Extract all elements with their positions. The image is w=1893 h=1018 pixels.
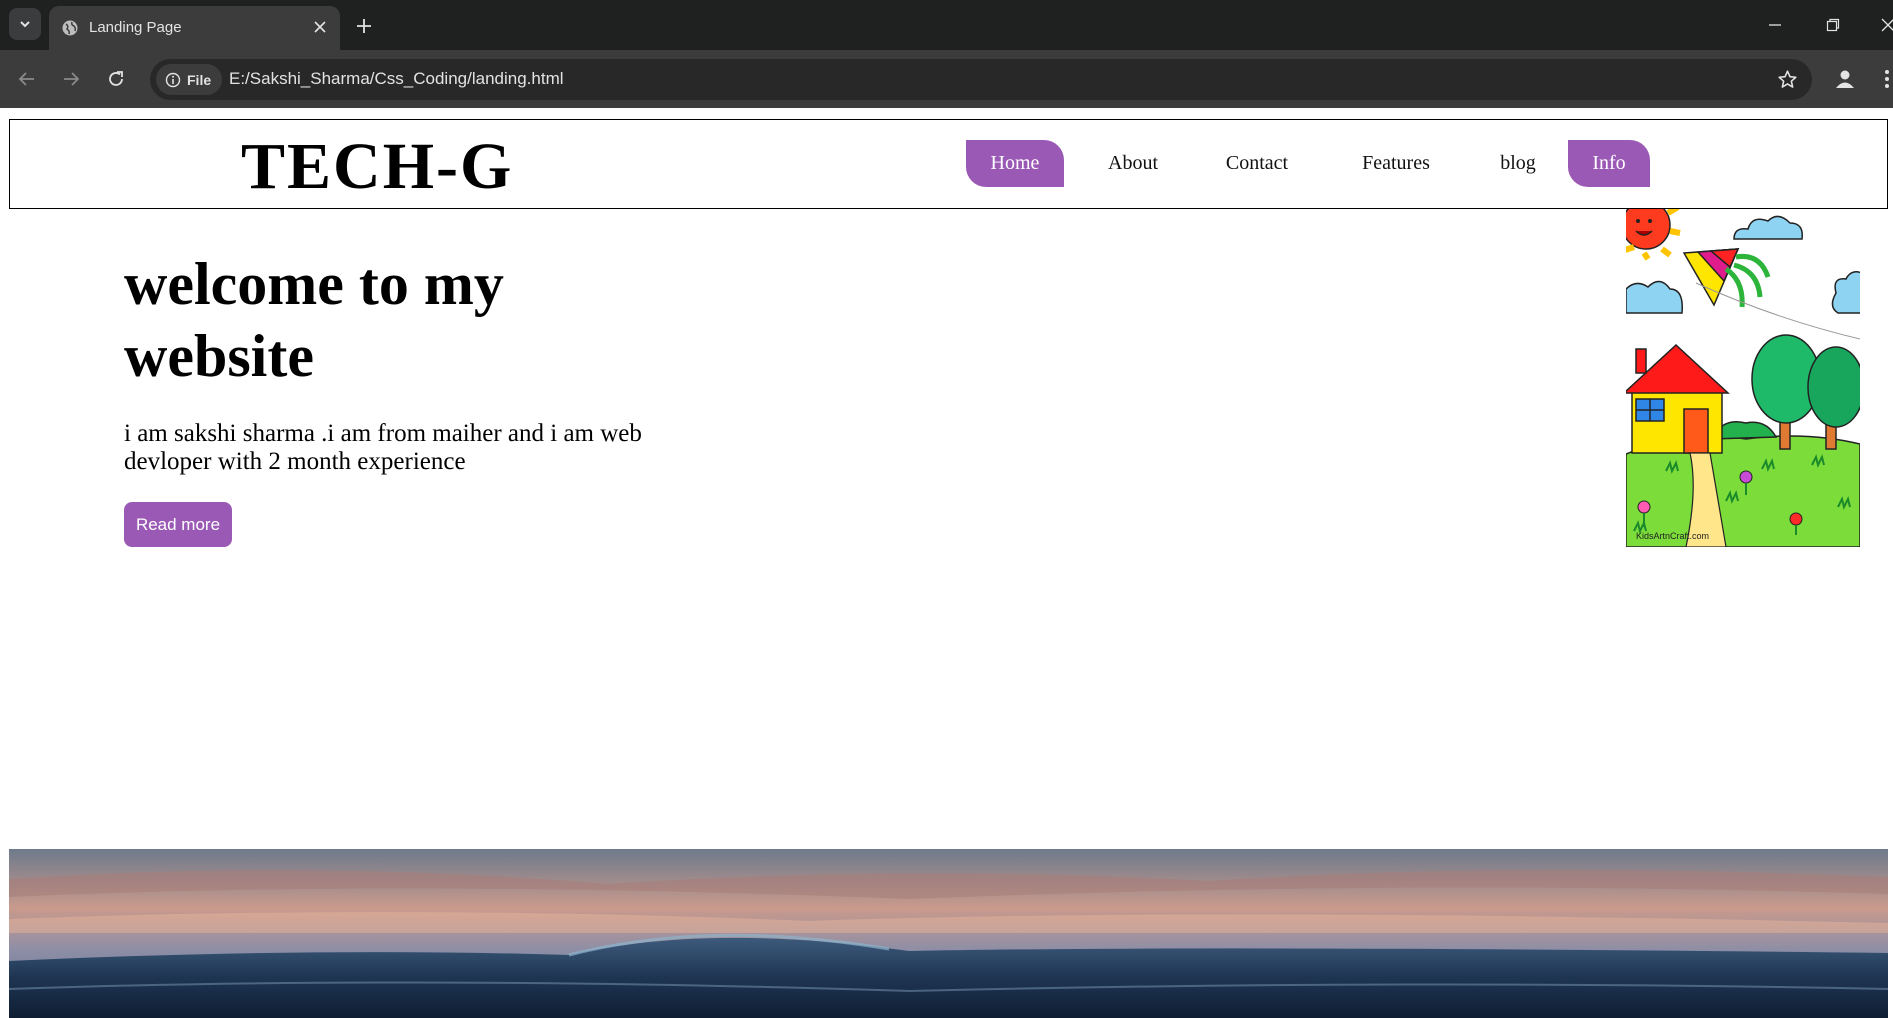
address-chip-label: File (187, 71, 212, 88)
tab-search-icon[interactable] (9, 8, 41, 40)
star-icon[interactable] (1777, 69, 1798, 95)
hero-description: i am sakshi sharma .i am from maiher and… (124, 420, 642, 475)
sea-waves-image (9, 849, 1888, 1018)
read-more-button[interactable]: Read more (124, 502, 232, 547)
image-caption: KidsArtnCraft.com (1636, 531, 1709, 541)
site-header: TECH-G Home About Contact Features blog … (9, 119, 1888, 209)
browser-tab[interactable]: Landing Page (49, 6, 340, 50)
address-bar[interactable]: File E:/Sakshi_Sharma/Css_Coding/landing… (150, 59, 1812, 100)
kids-drawing-image: KidsArtnCraft.com (1626, 209, 1860, 547)
nav-contact[interactable]: Contact (1217, 140, 1297, 187)
nav-about[interactable]: About (1098, 140, 1168, 187)
menu-dots-icon[interactable] (1880, 64, 1893, 94)
page-viewport: TECH-G Home About Contact Features blog … (0, 108, 1893, 1018)
globe-icon (61, 19, 79, 42)
forward-arrow-icon[interactable] (56, 64, 86, 94)
browser-tab-strip: Landing Page (0, 0, 1893, 50)
info-icon (165, 72, 181, 87)
nav-blog[interactable]: blog (1491, 140, 1545, 187)
profile-icon[interactable] (1830, 64, 1860, 94)
back-arrow-icon[interactable] (12, 64, 42, 94)
site-info-chip[interactable]: File (156, 64, 222, 95)
close-icon[interactable] (310, 17, 330, 37)
minimize-icon[interactable] (1764, 14, 1786, 36)
tab-title: Landing Page (89, 19, 182, 36)
reload-icon[interactable] (101, 64, 131, 94)
restore-icon[interactable] (1822, 14, 1844, 36)
url-text[interactable]: E:/Sakshi_Sharma/Css_Coding/landing.html (229, 69, 564, 89)
nav-info[interactable]: Info (1568, 140, 1650, 187)
browser-toolbar: File E:/Sakshi_Sharma/Css_Coding/landing… (0, 50, 1893, 108)
nav-features[interactable]: Features (1351, 140, 1441, 187)
plus-icon[interactable] (352, 14, 376, 38)
window-close-icon[interactable] (1877, 14, 1893, 36)
nav-home[interactable]: Home (966, 140, 1064, 187)
site-logo[interactable]: TECH-G (241, 129, 513, 205)
hero-title: welcome to my website (124, 251, 504, 389)
